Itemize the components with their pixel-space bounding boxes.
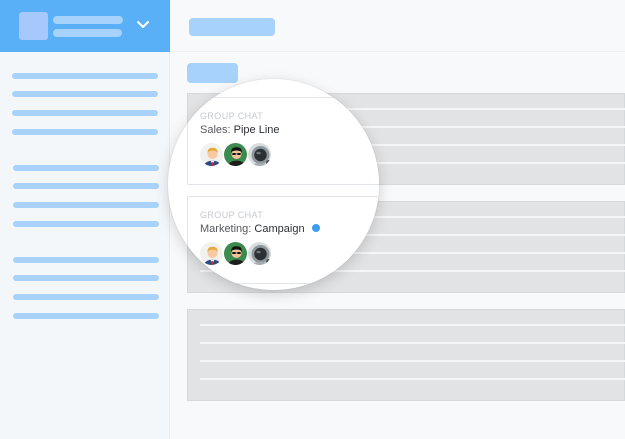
sidebar-item-placeholder[interactable] [13, 313, 159, 319]
sidebar-item-placeholder[interactable] [12, 73, 158, 79]
page-title-placeholder [189, 18, 275, 36]
chat-department: Marketing: [200, 223, 252, 235]
text-line-placeholder [200, 324, 625, 326]
chat-name: Pipe Line [233, 124, 280, 136]
chat-title: Marketing: Campaign [200, 223, 320, 235]
astronaut-avatar[interactable] [247, 142, 272, 167]
workspace-name-placeholder [53, 16, 123, 24]
person-with-sunglasses-avatar[interactable] [223, 142, 248, 167]
chat-list-card[interactable] [187, 309, 625, 401]
sidebar-item-placeholder[interactable] [13, 275, 159, 281]
group-chat-card[interactable]: GROUP CHAT Sales: Pipe Line [187, 97, 379, 185]
sidebar-item-placeholder[interactable] [13, 221, 159, 227]
sidebar [0, 0, 170, 439]
workspace-avatar [19, 12, 48, 40]
businessman-avatar[interactable] [199, 142, 224, 167]
unread-indicator [311, 224, 320, 232]
top-bar [170, 0, 625, 52]
chat-name: Campaign [254, 223, 305, 235]
workspace-switcher[interactable] [0, 0, 170, 52]
sidebar-item-placeholder[interactable] [13, 294, 159, 300]
businessman-avatar[interactable] [199, 241, 224, 266]
sidebar-item-placeholder[interactable] [13, 202, 159, 208]
chat-type-label: GROUP CHAT [200, 210, 264, 220]
action-button-placeholder[interactable] [187, 63, 238, 83]
text-line-placeholder [200, 378, 625, 380]
workspace-subtitle-placeholder [53, 29, 122, 37]
sidebar-item-placeholder[interactable] [12, 110, 158, 116]
sidebar-item-placeholder[interactable] [13, 165, 159, 171]
person-with-sunglasses-avatar[interactable] [223, 241, 248, 266]
chat-type-label: GROUP CHAT [200, 111, 264, 121]
astronaut-avatar[interactable] [247, 241, 272, 266]
sidebar-item-placeholder[interactable] [13, 257, 159, 263]
sidebar-item-placeholder[interactable] [12, 91, 158, 97]
chevron-down-icon[interactable] [136, 20, 150, 30]
sidebar-item-placeholder[interactable] [13, 183, 159, 189]
text-line-placeholder [200, 360, 625, 362]
chat-title: Sales: Pipe Line [200, 124, 280, 136]
sidebar-item-placeholder[interactable] [12, 129, 158, 135]
text-line-placeholder [200, 342, 625, 344]
group-chat-card[interactable]: GROUP CHAT Marketing: Campaign [187, 196, 379, 284]
magnifier-lens: GROUP CHAT Sales: Pipe Line GROUP CHAT M… [168, 79, 379, 290]
chat-department: Sales: [200, 124, 231, 136]
